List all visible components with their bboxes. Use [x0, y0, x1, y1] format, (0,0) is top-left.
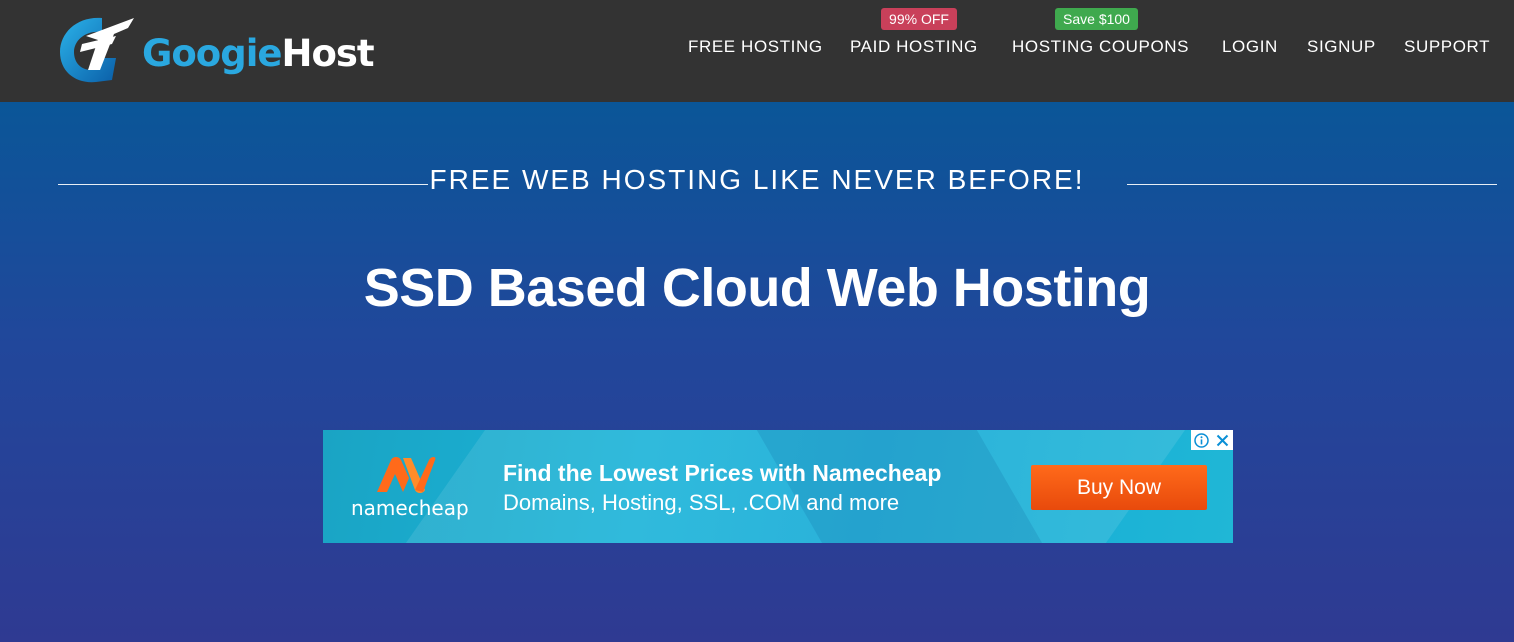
ad-subline: Domains, Hosting, SSL, .COM and more: [503, 490, 900, 515]
hero-headline: SSD Based Cloud Web Hosting: [363, 258, 1151, 318]
nav-free-hosting[interactable]: FREE HOSTING: [688, 37, 823, 57]
hero-section: FREE WEB HOSTING LIKE NEVER BEFORE! SSD …: [0, 102, 1514, 642]
nav-login[interactable]: LOGIN: [1222, 37, 1278, 57]
info-icon: [1194, 432, 1209, 448]
ad-headline: Find the Lowest Prices with Namecheap: [503, 460, 942, 486]
ad-controls: [1191, 430, 1233, 450]
close-icon: [1216, 434, 1229, 446]
nav-signup[interactable]: SIGNUP: [1307, 37, 1376, 57]
ad-close-button[interactable]: [1212, 430, 1233, 450]
namecheap-ad-banner[interactable]: namecheap Find the Lowest Prices with Na…: [323, 430, 1233, 543]
ad-brand-name: namecheap: [351, 496, 469, 520]
site-header: GoogieHost FREE HOSTING 99% OFF PAID HOS…: [0, 0, 1514, 102]
namecheap-logo-icon: [377, 457, 436, 493]
nav-support[interactable]: SUPPORT: [1404, 37, 1490, 57]
nav-hosting-coupons[interactable]: HOSTING COUPONS: [1012, 37, 1189, 57]
ad-buy-now-button[interactable]: Buy Now: [1031, 465, 1207, 510]
nav-paid-hosting[interactable]: PAID HOSTING: [850, 37, 978, 57]
hero-tagline: FREE WEB HOSTING LIKE NEVER BEFORE!: [429, 164, 1085, 195]
ad-info-button[interactable]: [1191, 430, 1212, 450]
main-nav: FREE HOSTING 99% OFF PAID HOSTING Save $…: [0, 0, 1514, 102]
discount-badge: 99% OFF: [881, 8, 957, 30]
tagline-rule-right: [1127, 184, 1497, 185]
savings-badge: Save $100: [1055, 8, 1138, 30]
